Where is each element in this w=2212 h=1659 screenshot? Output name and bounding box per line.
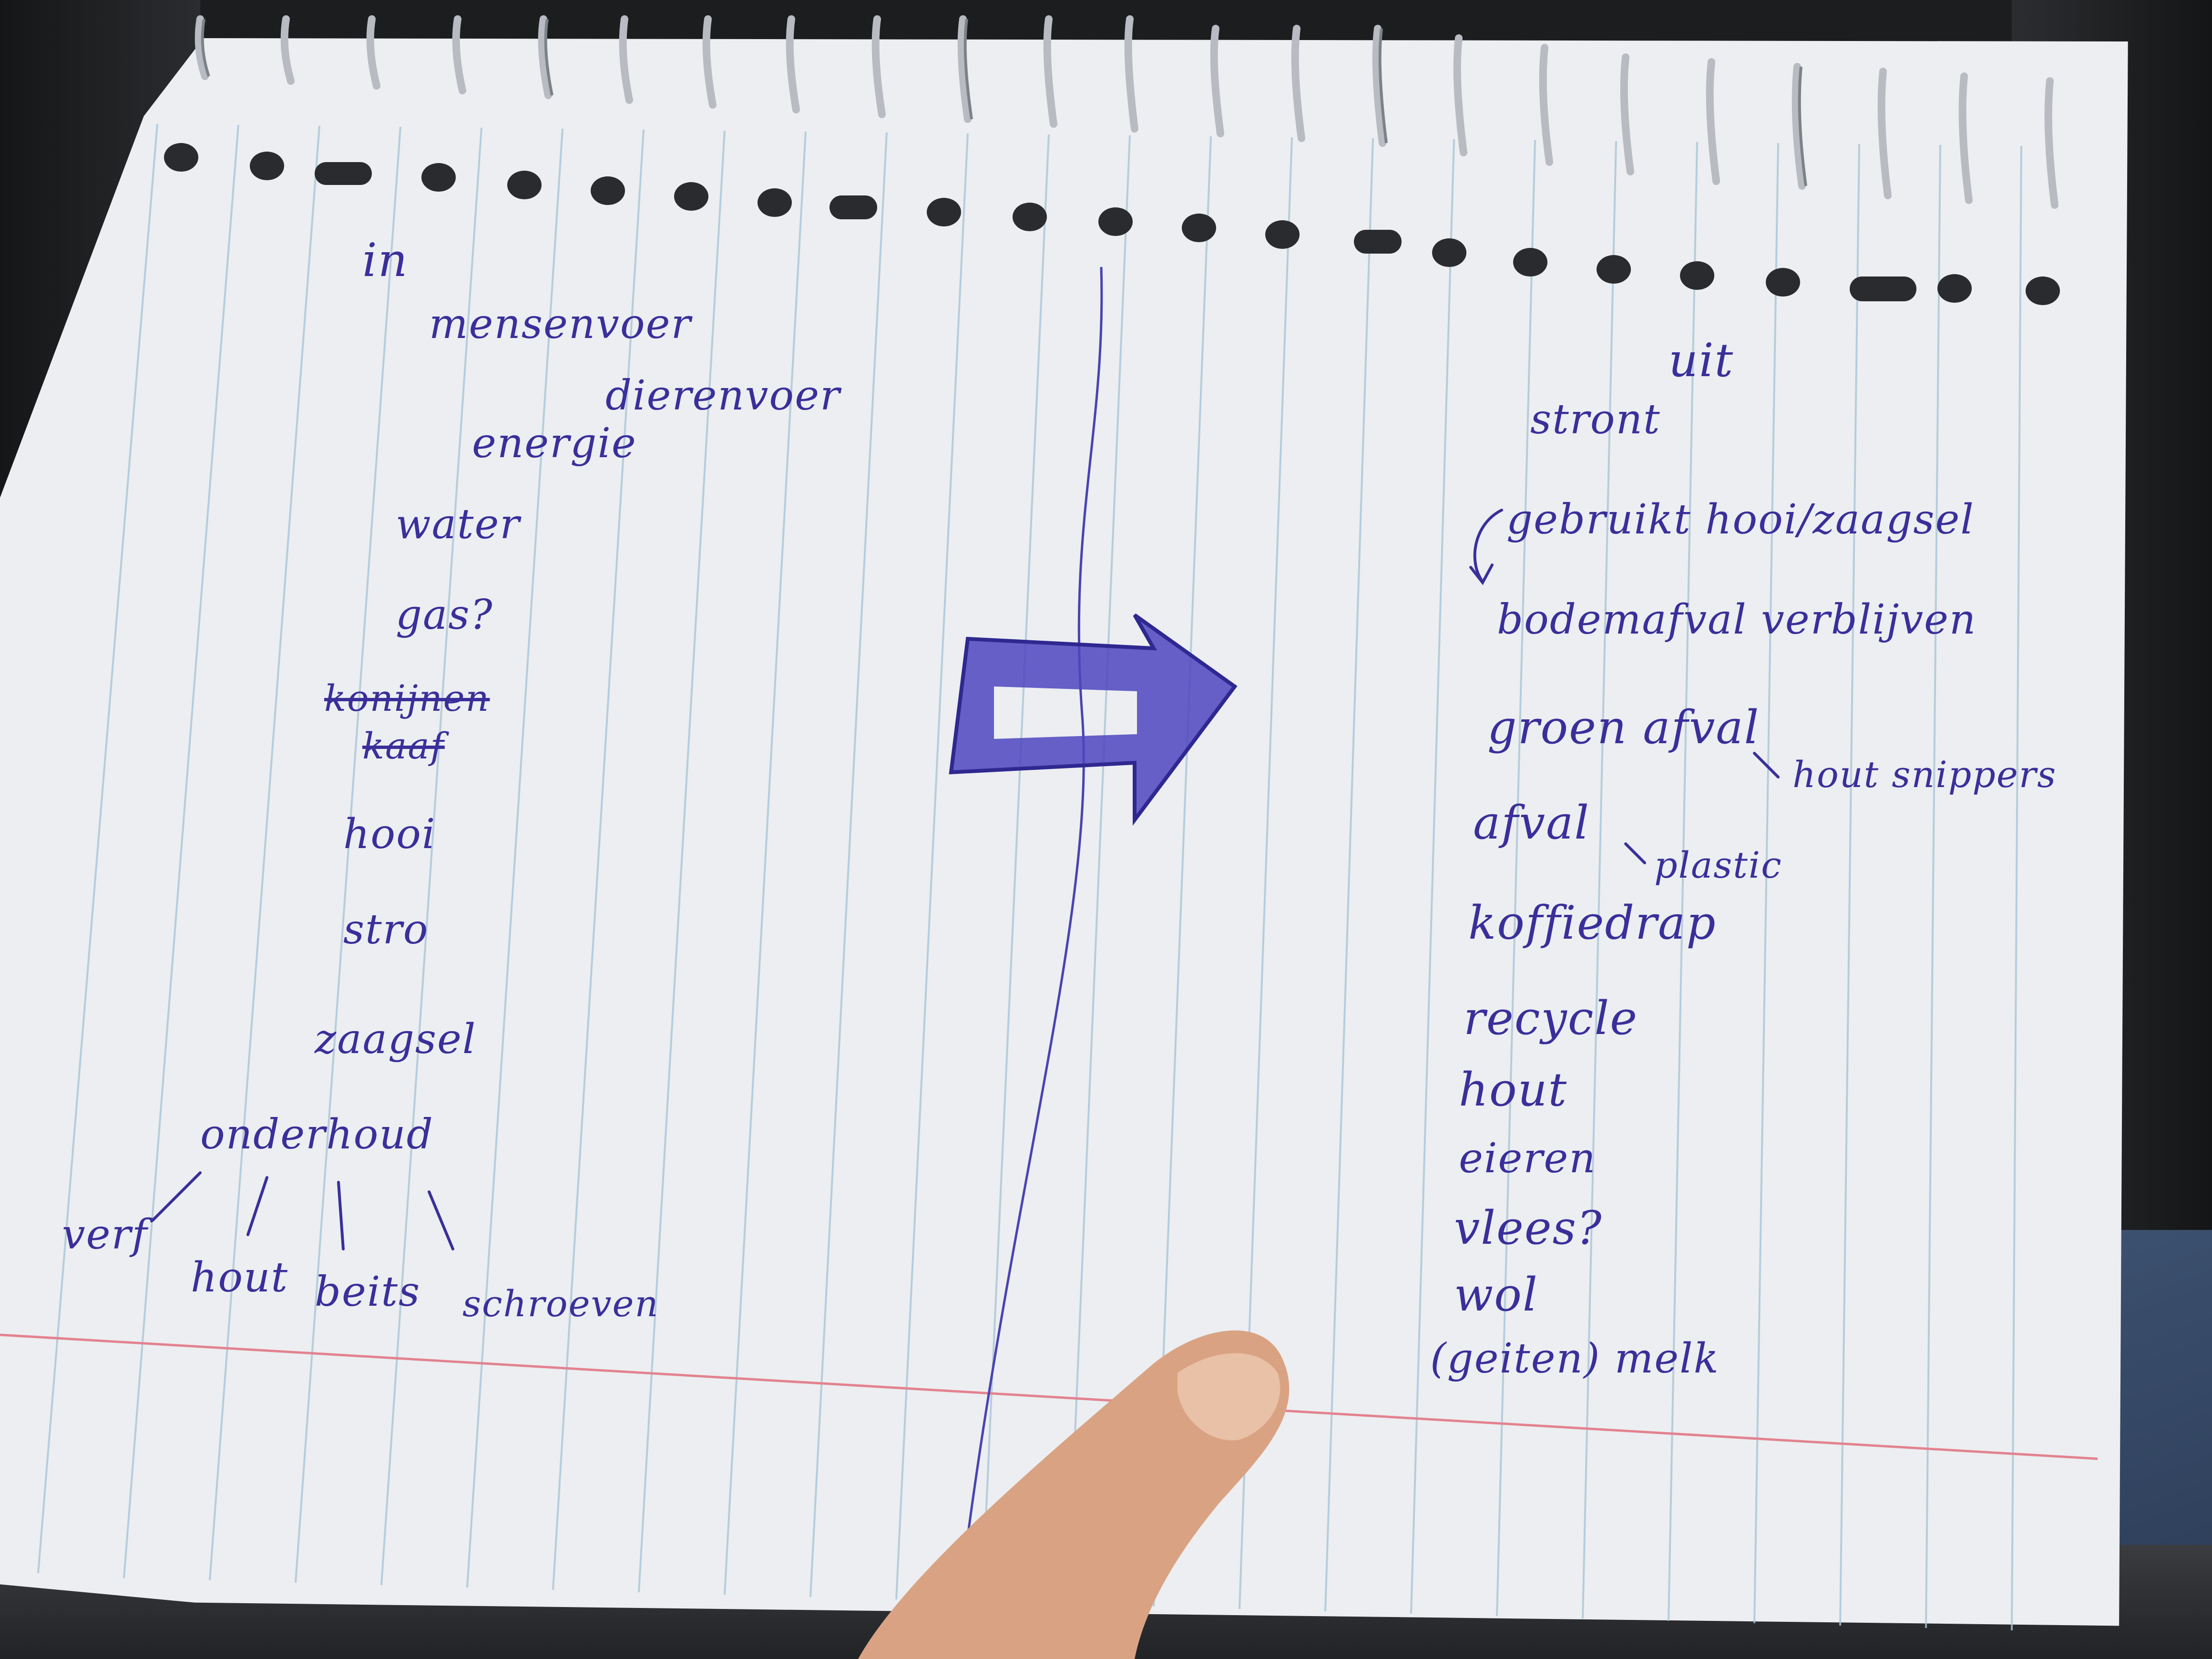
uit-item-bodemafval: bodemafval verblijven: [1497, 596, 1977, 644]
uit-item-groen-afval: groen afval: [1487, 701, 1760, 754]
uit-item-geiten-melk: (geiten) melk: [1430, 1335, 1720, 1382]
uit-item-vlees: vlees?: [1454, 1201, 1603, 1255]
uit-sub-plastic: plastic: [1654, 844, 1782, 886]
uit-item-recycle: recycle: [1464, 992, 1638, 1045]
uit-item-eieren: eieren: [1459, 1135, 1597, 1182]
uit-item-afval: afval: [1473, 796, 1590, 850]
side-arrows: [1469, 509, 1780, 864]
uit-item-wol: wol: [1454, 1268, 1538, 1321]
uit-sub-hout-snippers: hout snippers: [1792, 753, 2057, 796]
uit-item-hout: hout: [1459, 1063, 1568, 1116]
uit-item-koffiedrap: koffiedrap: [1468, 896, 1717, 950]
